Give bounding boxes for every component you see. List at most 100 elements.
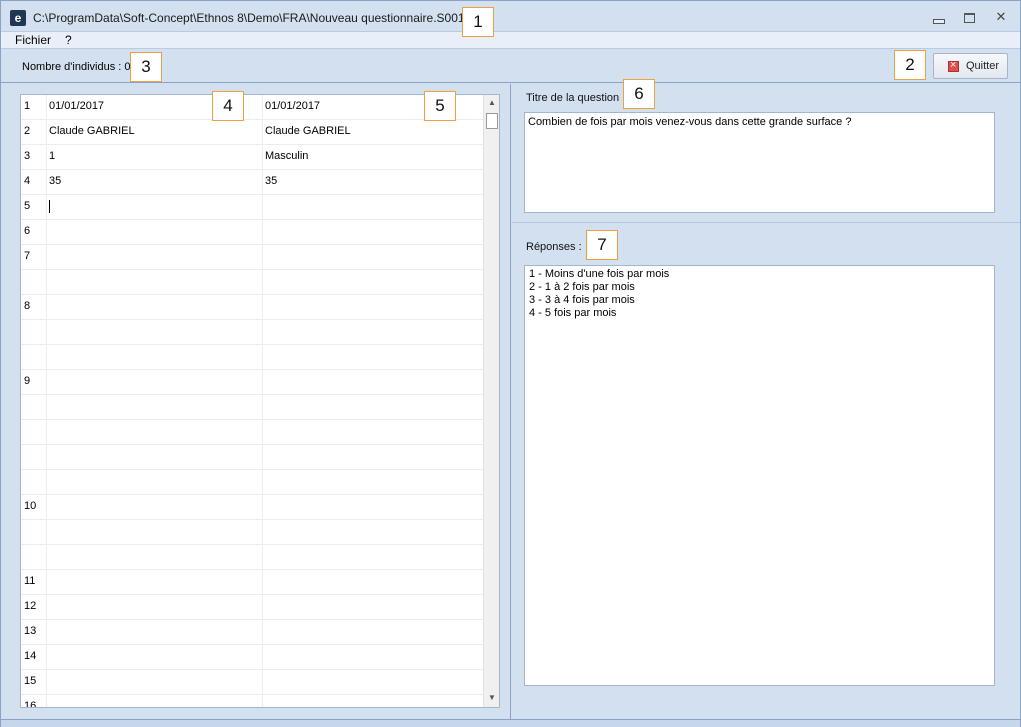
cell-column-a[interactable]: Claude GABRIEL: [47, 120, 263, 145]
cell-column-b[interactable]: [263, 345, 483, 370]
cell-column-a[interactable]: [47, 195, 263, 220]
callout-3: 3: [130, 52, 162, 82]
table-row[interactable]: 3 1 Masculin: [21, 145, 483, 170]
cell-column-a[interactable]: [47, 345, 263, 370]
cell-column-a[interactable]: [47, 570, 263, 595]
title-bar: e C:\ProgramData\Soft-Concept\Ethnos 8\D…: [1, 1, 1020, 32]
question-title-label: Titre de la question :: [526, 92, 626, 104]
cell-column-a[interactable]: [47, 595, 263, 620]
row-number: 8: [21, 295, 47, 320]
table-row[interactable]: 9: [21, 370, 483, 395]
table-row[interactable]: 12: [21, 595, 483, 620]
cell-column-b[interactable]: [263, 495, 483, 520]
table-row[interactable]: 1 01/01/2017 01/01/2017: [21, 95, 483, 120]
cell-column-a[interactable]: [47, 695, 263, 707]
quit-button[interactable]: Quitter: [933, 53, 1008, 79]
table-row[interactable]: 13: [21, 620, 483, 645]
close-icon[interactable]: ✕: [993, 10, 1009, 25]
table-row[interactable]: 2 Claude GABRIEL Claude GABRIEL: [21, 120, 483, 145]
menu-fichier[interactable]: Fichier: [15, 33, 51, 47]
cell-column-a[interactable]: [47, 620, 263, 645]
cell-column-a[interactable]: [47, 645, 263, 670]
row-number: 10: [21, 495, 47, 520]
cell-column-b[interactable]: [263, 295, 483, 320]
cell-column-b[interactable]: 35: [263, 170, 483, 195]
table-row[interactable]: [21, 520, 483, 545]
cell-column-b[interactable]: [263, 370, 483, 395]
table-row[interactable]: [21, 395, 483, 420]
table-row[interactable]: [21, 420, 483, 445]
table-row[interactable]: [21, 445, 483, 470]
cell-column-a[interactable]: [47, 395, 263, 420]
table-row[interactable]: [21, 345, 483, 370]
scroll-down-icon[interactable]: ▼: [484, 690, 499, 706]
cell-column-b[interactable]: [263, 245, 483, 270]
table-row[interactable]: 16: [21, 695, 483, 707]
cell-column-b[interactable]: [263, 620, 483, 645]
table-row[interactable]: 15: [21, 670, 483, 695]
cell-column-a[interactable]: [47, 445, 263, 470]
cell-column-b[interactable]: [263, 545, 483, 570]
cell-column-b[interactable]: Masculin: [263, 145, 483, 170]
cell-column-a[interactable]: [47, 545, 263, 570]
row-number: 1: [21, 95, 47, 120]
cell-column-b[interactable]: [263, 595, 483, 620]
table-row[interactable]: 7: [21, 245, 483, 270]
question-text-field[interactable]: Combien de fois par mois venez-vous dans…: [524, 112, 995, 213]
cell-column-a[interactable]: [47, 295, 263, 320]
table-row[interactable]: [21, 320, 483, 345]
table-row[interactable]: 6: [21, 220, 483, 245]
table-row[interactable]: 11: [21, 570, 483, 595]
table-row[interactable]: 4 35 35: [21, 170, 483, 195]
cell-column-a[interactable]: [47, 270, 263, 295]
cell-column-a[interactable]: 1: [47, 145, 263, 170]
cell-column-b[interactable]: [263, 395, 483, 420]
app-window: e C:\ProgramData\Soft-Concept\Ethnos 8\D…: [0, 0, 1021, 727]
row-number: 9: [21, 370, 47, 395]
cell-column-b[interactable]: [263, 470, 483, 495]
maximize-icon[interactable]: [962, 11, 978, 25]
cell-column-a[interactable]: [47, 245, 263, 270]
cell-column-a[interactable]: 35: [47, 170, 263, 195]
table-row[interactable]: [21, 545, 483, 570]
vertical-scrollbar[interactable]: ▲ ▼: [483, 95, 499, 707]
cell-column-b[interactable]: [263, 520, 483, 545]
cell-column-a[interactable]: [47, 470, 263, 495]
table-row[interactable]: 8: [21, 295, 483, 320]
cell-column-b[interactable]: [263, 570, 483, 595]
cell-column-b[interactable]: [263, 445, 483, 470]
table-row[interactable]: 10: [21, 495, 483, 520]
cell-column-b[interactable]: [263, 645, 483, 670]
row-number: 14: [21, 645, 47, 670]
row-number: [21, 420, 47, 445]
cell-column-a[interactable]: [47, 495, 263, 520]
answers-list[interactable]: 1 - Moins d'une fois par mois 2 - 1 à 2 f…: [524, 265, 995, 686]
cell-column-a[interactable]: [47, 520, 263, 545]
scroll-up-icon[interactable]: ▲: [484, 95, 499, 111]
row-number: [21, 520, 47, 545]
cell-column-a[interactable]: [47, 220, 263, 245]
cell-column-b[interactable]: [263, 270, 483, 295]
data-entry-panel: 16 15 14 13 12 11 10 9 8 7 6 5 4 35 35 3 1 Masculin 2 Claud…: [11, 84, 511, 719]
minimize-icon[interactable]: [930, 11, 946, 25]
cell-column-b[interactable]: [263, 195, 483, 220]
row-number: 5: [21, 195, 47, 220]
cell-column-a[interactable]: [47, 370, 263, 395]
table-row[interactable]: [21, 270, 483, 295]
data-grid: 16 15 14 13 12 11 10 9 8 7 6 5 4 35 35 3 1 Masculin 2 Claud…: [20, 94, 500, 708]
cell-column-b[interactable]: [263, 695, 483, 707]
table-row[interactable]: 14: [21, 645, 483, 670]
cell-column-b[interactable]: [263, 220, 483, 245]
table-row[interactable]: [21, 470, 483, 495]
cell-column-b[interactable]: [263, 670, 483, 695]
table-row[interactable]: 5: [21, 195, 483, 220]
cell-column-b[interactable]: Claude GABRIEL: [263, 120, 483, 145]
cell-column-b[interactable]: [263, 420, 483, 445]
cell-column-b[interactable]: [263, 320, 483, 345]
cell-column-a[interactable]: [47, 320, 263, 345]
menu-help[interactable]: ?: [65, 33, 72, 47]
row-number: 16: [21, 695, 47, 707]
scroll-thumb[interactable]: [486, 113, 498, 129]
cell-column-a[interactable]: [47, 670, 263, 695]
cell-column-a[interactable]: [47, 420, 263, 445]
